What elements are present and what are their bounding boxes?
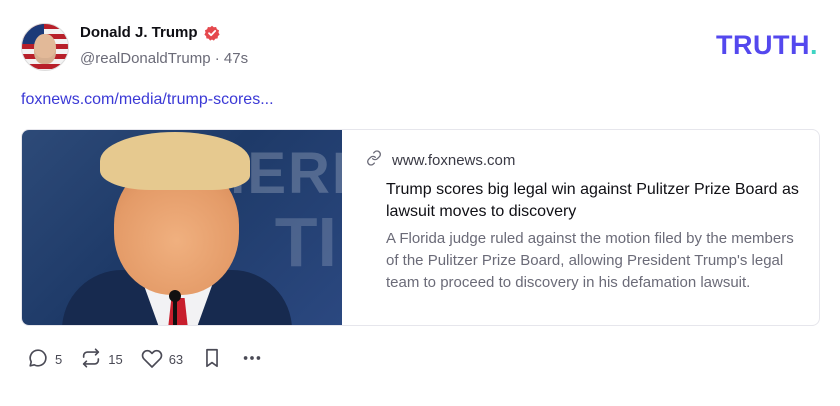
image-background-text-2: TI — [274, 203, 337, 281]
brand-dot: . — [809, 30, 818, 60]
reply-icon — [27, 347, 49, 372]
heart-icon — [141, 347, 163, 372]
link-preview-body: www.foxnews.com Trump scores big legal w… — [342, 130, 819, 325]
author-name-row: Donald J. Trump — [80, 24, 220, 41]
meta-separator: · — [214, 50, 220, 67]
author-display-name[interactable]: Donald J. Trump — [80, 24, 198, 41]
link-icon — [366, 150, 382, 170]
link-preview-image[interactable]: MERI TI — [22, 130, 342, 325]
author-handle[interactable]: @realDonaldTrump — [80, 50, 211, 67]
photo-hair — [100, 132, 250, 190]
author-handle-row: @realDonaldTrump · 47s — [80, 50, 248, 67]
link-preview-title[interactable]: Trump scores big legal win against Pulit… — [386, 179, 799, 223]
retruth-icon — [80, 347, 102, 372]
photo-microphone-stem — [173, 300, 177, 325]
brand-name: TRUTH — [716, 30, 810, 60]
like-button[interactable]: 63 — [141, 347, 183, 372]
avatar[interactable] — [21, 23, 69, 71]
more-icon — [241, 347, 263, 372]
post-link[interactable]: foxnews.com/media/trump-scores... — [21, 91, 274, 109]
bookmark-button[interactable] — [201, 347, 223, 372]
post-actions: 5 15 63 — [27, 347, 281, 372]
more-options-button[interactable] — [241, 347, 263, 372]
reply-count: 5 — [55, 352, 63, 367]
bookmark-icon — [201, 347, 223, 372]
link-preview-site-row: www.foxnews.com — [366, 150, 799, 170]
retruth-button[interactable]: 15 — [80, 347, 123, 372]
link-preview-card[interactable]: MERI TI www.foxnews.com Trump scores big… — [21, 129, 820, 326]
link-preview-description: A Florida judge ruled against the motion… — [386, 230, 794, 291]
reply-button[interactable]: 5 — [27, 347, 62, 372]
retruth-count: 15 — [108, 352, 123, 367]
like-count: 63 — [168, 352, 184, 367]
truth-logo[interactable]: TRUTH. — [716, 30, 818, 61]
photo-microphone — [169, 290, 181, 302]
post-timestamp[interactable]: 47s — [224, 50, 248, 67]
link-preview-site: www.foxnews.com — [392, 151, 516, 169]
verified-badge-icon — [203, 25, 220, 41]
